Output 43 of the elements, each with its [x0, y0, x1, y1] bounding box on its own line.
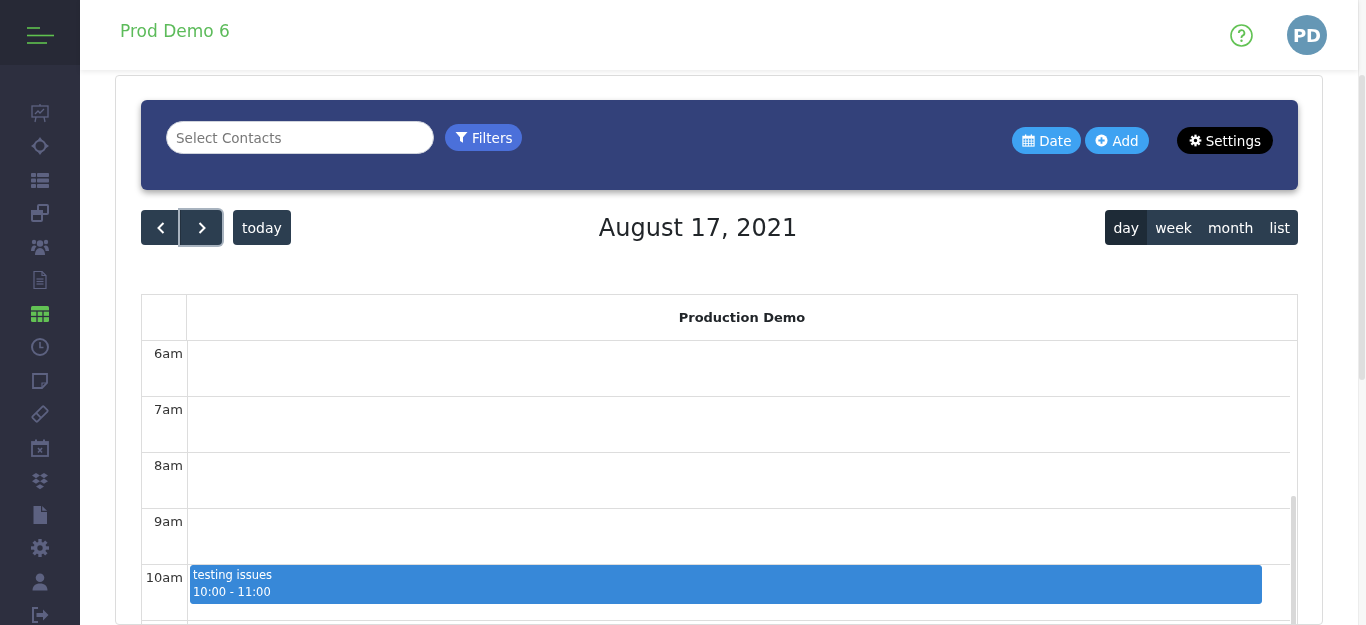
next-button[interactable]	[180, 210, 222, 245]
settings-icon	[1188, 134, 1202, 147]
calendar-icon	[1022, 134, 1036, 147]
time-label: 9am	[153, 513, 184, 531]
calendar-x-icon[interactable]	[30, 437, 50, 458]
view-tab[interactable]: week	[1147, 210, 1200, 245]
event-block[interactable]: testing issues 10:00 - 11:00	[190, 565, 1262, 604]
today-button[interactable]: today	[233, 210, 291, 245]
ticket-icon[interactable]	[30, 404, 50, 424]
calendar-title: August 17, 2021	[598, 213, 798, 242]
filter-icon	[455, 131, 468, 144]
diamonds-icon[interactable]	[30, 471, 50, 491]
plus-circle-icon	[1095, 134, 1109, 147]
contacts-search-field[interactable]: Select Contacts	[166, 121, 434, 154]
time-label: 6am	[153, 345, 184, 363]
settings-icon[interactable]	[30, 538, 50, 558]
filters-button[interactable]: Filters	[445, 124, 523, 151]
view-tab[interactable]: list	[1261, 210, 1298, 245]
note-icon[interactable]	[30, 370, 50, 391]
settings-button[interactable]: Settings	[1176, 127, 1273, 154]
view-tab[interactable]: month	[1199, 210, 1262, 245]
help-icon[interactable]	[1230, 23, 1253, 47]
app-title: Prod Demo 6	[120, 20, 230, 41]
clock-icon[interactable]	[30, 337, 50, 357]
time-label: 7am	[153, 401, 184, 419]
sign-out-icon[interactable]	[30, 605, 50, 625]
event-time: 10:00 - 11:00	[193, 585, 272, 599]
menu-icon[interactable]	[27, 27, 54, 44]
windows-icon[interactable]	[30, 203, 50, 223]
time-label: 10am	[144, 569, 184, 587]
document-icon[interactable]	[30, 270, 50, 290]
event-title: testing issues	[193, 568, 274, 582]
chart-board-icon[interactable]	[30, 102, 50, 123]
user-icon[interactable]	[30, 571, 50, 592]
view-tab[interactable]: day	[1105, 210, 1148, 245]
chevron-right-icon	[197, 221, 206, 234]
crosshair-icon[interactable]	[30, 136, 50, 156]
time-label: 8am	[153, 457, 184, 475]
prev-button[interactable]	[141, 210, 180, 245]
table-icon[interactable]	[30, 303, 50, 324]
chevron-left-icon	[156, 221, 165, 234]
scrollbar-thumb[interactable]	[1359, 75, 1365, 380]
resource-header: Production Demo	[677, 309, 807, 327]
